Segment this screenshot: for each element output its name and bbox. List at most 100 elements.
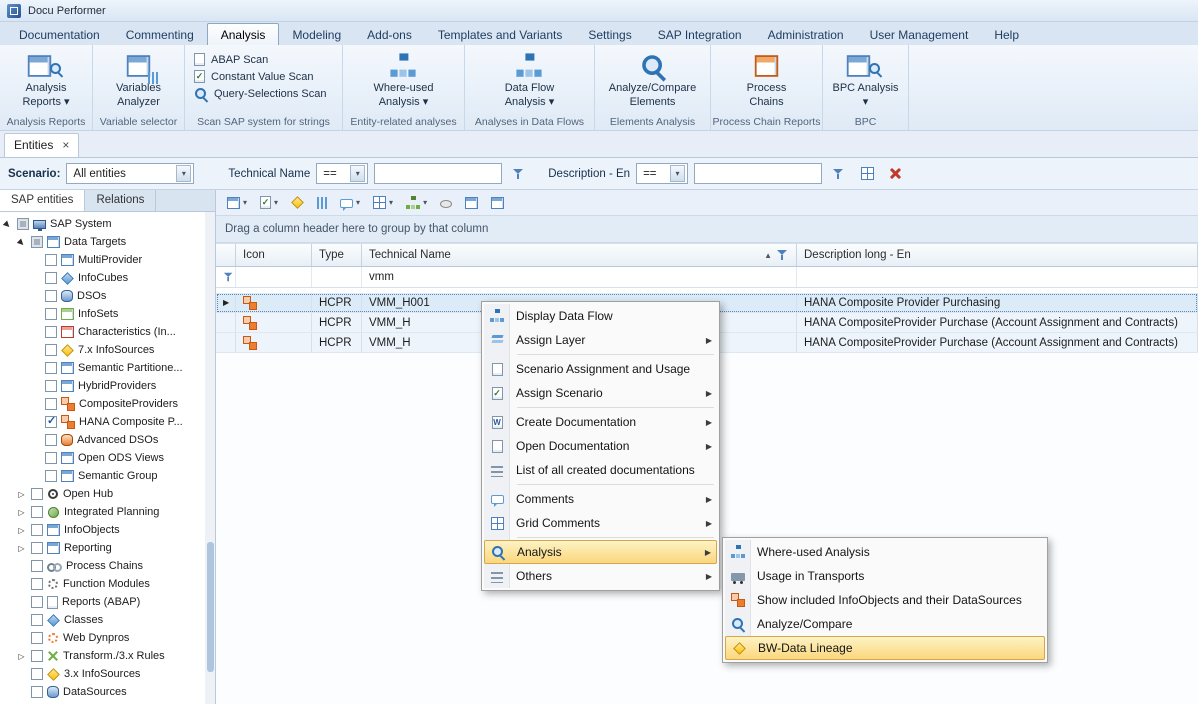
tree-item-sap-system[interactable]: ▶ SAP System — [0, 215, 205, 233]
export-grid-button[interactable] — [488, 195, 507, 211]
tree-item-open-hub[interactable]: ▷ Open Hub — [0, 485, 205, 503]
tree-item-reporting[interactable]: ▷ Reporting — [0, 539, 205, 557]
constant-value-scan-button[interactable]: Constant Value Scan — [191, 70, 317, 83]
checkbox[interactable] — [45, 452, 57, 464]
menu-item-create-documentation[interactable]: Create Documentation ▶ — [484, 410, 717, 434]
submenu-item-bw-data-lineage[interactable]: BW-Data Lineage — [725, 636, 1045, 660]
analyze-compare-elements-button[interactable]: Analyze/Compare Elements — [605, 50, 700, 110]
checkbox[interactable] — [31, 668, 43, 680]
group-by-bar[interactable]: Drag a column header here to group by th… — [216, 216, 1198, 243]
grid-view-button[interactable] — [462, 195, 481, 211]
tree-item-3x-infosources[interactable]: 3.x InfoSources — [0, 665, 205, 683]
expander-icon[interactable]: ▷ — [16, 489, 27, 500]
tree-item-hana-composite-providers[interactable]: HANA Composite P... — [0, 413, 205, 431]
comments-button[interactable]: ▾ — [337, 196, 363, 210]
tree-item-reports-abap[interactable]: Reports (ABAP) — [0, 593, 205, 611]
tab-commenting[interactable]: Commenting — [113, 24, 207, 45]
tab-add-ons[interactable]: Add-ons — [354, 24, 425, 45]
checkbox[interactable] — [31, 488, 43, 500]
variables-analyzer-button[interactable]: Variables Analyzer — [112, 50, 165, 110]
analysis-reports-button[interactable]: Analysis Reports ▾ — [18, 50, 73, 110]
menu-item-assign-layer[interactable]: Assign Layer ▶ — [484, 328, 717, 352]
tree-item-hybridproviders[interactable]: HybridProviders — [0, 377, 205, 395]
checkbox[interactable] — [31, 632, 43, 644]
tree-item-datasources[interactable]: DataSources — [0, 683, 205, 701]
abap-scan-button[interactable]: ABAP Scan — [191, 53, 271, 66]
expander-icon[interactable]: ▷ — [16, 543, 27, 554]
column-filter-icon[interactable] — [777, 249, 789, 261]
tab-documentation[interactable]: Documentation — [6, 24, 113, 45]
technical-name-filter-button[interactable] — [508, 163, 530, 185]
tree-item-multiprovider[interactable]: MultiProvider — [0, 251, 205, 269]
chevron-down-icon[interactable]: ▾ — [176, 165, 191, 182]
expander-icon[interactable]: ▷ — [16, 507, 27, 518]
checkbox[interactable] — [31, 560, 43, 572]
checkbox[interactable] — [31, 650, 43, 662]
tree-item-classes[interactable]: Classes — [0, 611, 205, 629]
tree-item-characteristics[interactable]: Characteristics (In... — [0, 323, 205, 341]
filter-cell-icon[interactable] — [236, 267, 312, 287]
grid-comments-button[interactable]: ▾ — [370, 194, 396, 211]
column-header-type[interactable]: Type — [312, 244, 362, 266]
scenario-select[interactable]: All entities ▾ — [66, 163, 194, 184]
data-flow-button[interactable]: ▾ — [403, 194, 430, 212]
menu-item-analysis[interactable]: Analysis ▶ — [484, 540, 717, 564]
tab-modeling[interactable]: Modeling — [279, 24, 354, 45]
checkbox[interactable] — [45, 308, 57, 320]
chevron-down-icon[interactable]: ▾ — [670, 165, 685, 182]
tab-sap-entities[interactable]: SAP entities — [0, 190, 85, 211]
technical-name-filter-input[interactable] — [374, 163, 502, 184]
checkbox[interactable] — [45, 344, 57, 356]
tree-item-advanced-dsos[interactable]: Advanced DSOs — [0, 431, 205, 449]
menu-item-assign-scenario[interactable]: Assign Scenario ▶ — [484, 381, 717, 405]
tree-item-web-dynpros[interactable]: Web Dynpros — [0, 629, 205, 647]
tree-item-semantic-partitioned[interactable]: Semantic Partitione... — [0, 359, 205, 377]
checkbox[interactable] — [31, 542, 43, 554]
tab-help[interactable]: Help — [981, 24, 1032, 45]
menu-item-list-of-documentations[interactable]: List of all created documentations — [484, 458, 717, 482]
menu-item-others[interactable]: Others ▶ — [484, 564, 717, 588]
filter-cell-technical-name[interactable]: vmm — [362, 267, 797, 287]
tab-templates-and-variants[interactable]: Templates and Variants — [425, 24, 576, 45]
bpc-analysis-button[interactable]: BPC Analysis ▾ — [828, 50, 902, 110]
checkbox[interactable] — [45, 470, 57, 482]
checkbox[interactable] — [45, 380, 57, 392]
sort-ascending-icon[interactable]: ▲ — [764, 251, 772, 260]
tree-item-dsos[interactable]: DSOs — [0, 287, 205, 305]
menu-item-comments[interactable]: Comments ▶ — [484, 487, 717, 511]
tab-user-management[interactable]: User Management — [857, 24, 982, 45]
tab-sap-integration[interactable]: SAP Integration — [645, 24, 755, 45]
clear-filter-button[interactable] — [884, 163, 906, 185]
column-header-icon[interactable]: Icon — [236, 244, 312, 266]
checkbox[interactable] — [31, 614, 43, 626]
menu-item-grid-comments[interactable]: Grid Comments ▶ — [484, 511, 717, 535]
tab-relations[interactable]: Relations — [85, 190, 156, 211]
tab-settings[interactable]: Settings — [575, 24, 644, 45]
description-operator-select[interactable]: == ▾ — [636, 163, 688, 184]
assign-scenario-button[interactable] — [288, 194, 307, 211]
checkbox[interactable] — [17, 218, 29, 230]
tab-administration[interactable]: Administration — [755, 24, 857, 45]
create-documentation-button[interactable]: ▾ — [224, 195, 250, 211]
tree-item-infosets[interactable]: InfoSets — [0, 305, 205, 323]
submenu-item-analyze-compare[interactable]: Analyze/Compare — [725, 612, 1045, 636]
technical-name-operator-select[interactable]: == ▾ — [316, 163, 368, 184]
tree-item-process-chains[interactable]: Process Chains — [0, 557, 205, 575]
query-selections-scan-button[interactable]: Query-Selections Scan — [191, 87, 330, 101]
refresh-button[interactable] — [437, 195, 455, 210]
tree-scrollbar[interactable] — [205, 212, 216, 704]
checkbox[interactable] — [45, 362, 57, 374]
tree-item-compositeproviders[interactable]: CompositeProviders — [0, 395, 205, 413]
expander-icon[interactable]: ▷ — [16, 525, 27, 536]
column-header-technical-name[interactable]: Technical Name ▲ — [362, 244, 797, 266]
scrollbar-thumb[interactable] — [207, 542, 214, 672]
where-used-analysis-button[interactable]: Where-used Analysis ▾ — [370, 50, 438, 110]
filter-cell-type[interactable] — [312, 267, 362, 287]
checkbox[interactable] — [45, 272, 57, 284]
tab-entities[interactable]: Entities × — [4, 133, 79, 157]
checkbox[interactable] — [45, 398, 57, 410]
expander-icon[interactable]: ▷ — [16, 651, 27, 662]
tree-item-integrated-planning[interactable]: ▷ Integrated Planning — [0, 503, 205, 521]
documentation-status-button[interactable]: ▾ — [257, 194, 281, 211]
chevron-down-icon[interactable]: ▾ — [350, 165, 365, 182]
